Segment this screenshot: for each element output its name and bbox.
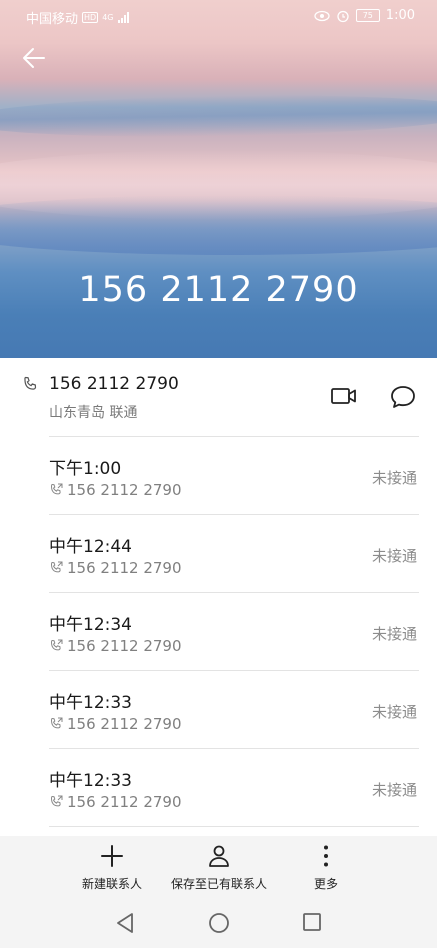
more-vertical-icon	[324, 845, 328, 867]
hd-badge: HD	[82, 12, 99, 23]
outgoing-call-icon	[50, 717, 63, 729]
call-time: 下午1:00	[49, 459, 122, 479]
call-status: 未接通	[371, 547, 417, 565]
outgoing-call-icon	[50, 795, 63, 807]
circle-home-icon	[209, 913, 229, 933]
contact-number[interactable]: 156 2112 2790	[49, 374, 179, 394]
header-phone-number: 156 2112 2790	[78, 270, 359, 310]
more-label: 更多	[313, 877, 338, 891]
eye-icon	[314, 10, 330, 21]
signal-icon	[117, 12, 129, 23]
call-number: 156 2112 2790	[67, 637, 182, 655]
triangle-back-icon	[117, 913, 133, 933]
battery-level: 75	[362, 11, 373, 20]
sea-shore	[0, 195, 437, 255]
call-time: 中午12:33	[49, 771, 132, 791]
call-log-item[interactable]: 中午12:33 156 2112 2790 未接通	[0, 671, 437, 749]
call-number-row: 156 2112 2790	[49, 559, 182, 577]
person-icon	[209, 845, 229, 867]
contact-location: 山东青岛 联通	[49, 405, 138, 421]
battery-icon: 75	[355, 9, 380, 22]
nav-recents-button[interactable]	[302, 912, 322, 936]
more-button[interactable]: 更多	[306, 844, 346, 892]
plus-icon	[101, 845, 123, 867]
call-number: 156 2112 2790	[67, 481, 182, 499]
call-status: 未接通	[371, 469, 417, 487]
call-log-item[interactable]: 中午12:34 156 2112 2790 未接通	[0, 593, 437, 671]
call-number: 156 2112 2790	[67, 559, 182, 577]
call-time: 中午12:44	[49, 537, 132, 557]
nav-back-button[interactable]	[115, 912, 135, 938]
call-status: 未接通	[371, 703, 417, 721]
network-type: 4G	[102, 13, 114, 22]
call-time: 中午12:33	[49, 693, 132, 713]
sea-wave	[0, 91, 437, 141]
divider	[49, 826, 419, 827]
call-log-item[interactable]: 下午1:00 156 2112 2790 未接通	[0, 437, 437, 515]
square-recents-icon	[303, 913, 321, 931]
call-number-row: 156 2112 2790	[49, 481, 182, 499]
call-number: 156 2112 2790	[67, 793, 182, 811]
back-button[interactable]	[20, 44, 50, 74]
call-number-row: 156 2112 2790	[49, 793, 182, 811]
chat-bubble-icon	[391, 386, 415, 408]
nav-home-button[interactable]	[208, 912, 230, 938]
new-contact-label: 新建联系人	[81, 877, 142, 891]
status-bar: 中国移动 HD 4G 75 1:00	[0, 0, 437, 32]
clock: 1:00	[385, 8, 415, 23]
action-bar: 新建联系人 保存至已有联系人 更多	[0, 836, 437, 900]
call-status: 未接通	[371, 781, 417, 799]
save-to-existing-button[interactable]: 保存至已有联系人	[166, 844, 272, 892]
call-log-item[interactable]: 中午12:44 156 2112 2790 未接通	[0, 515, 437, 593]
call-number: 156 2112 2790	[67, 715, 182, 733]
arrow-left-icon	[23, 48, 45, 68]
call-log-item[interactable]: 中午12:33 156 2112 2790 未接通	[0, 749, 437, 827]
message-button[interactable]	[389, 383, 417, 411]
alarm-icon	[337, 10, 349, 22]
outgoing-call-icon	[50, 483, 63, 495]
carrier-name: 中国移动	[26, 12, 79, 27]
call-time: 中午12:34	[49, 615, 132, 635]
video-call-button[interactable]	[330, 384, 360, 410]
new-contact-button[interactable]: 新建联系人	[78, 844, 146, 892]
video-camera-icon	[331, 388, 356, 404]
system-nav-bar	[0, 900, 437, 948]
call-status: 未接通	[371, 625, 417, 643]
phone-icon	[24, 376, 37, 390]
save-to-existing-label: 保存至已有联系人	[170, 877, 267, 891]
call-number-row: 156 2112 2790	[49, 715, 182, 733]
call-number-row: 156 2112 2790	[49, 637, 182, 655]
outgoing-call-icon	[50, 639, 63, 651]
outgoing-call-icon	[50, 561, 63, 573]
